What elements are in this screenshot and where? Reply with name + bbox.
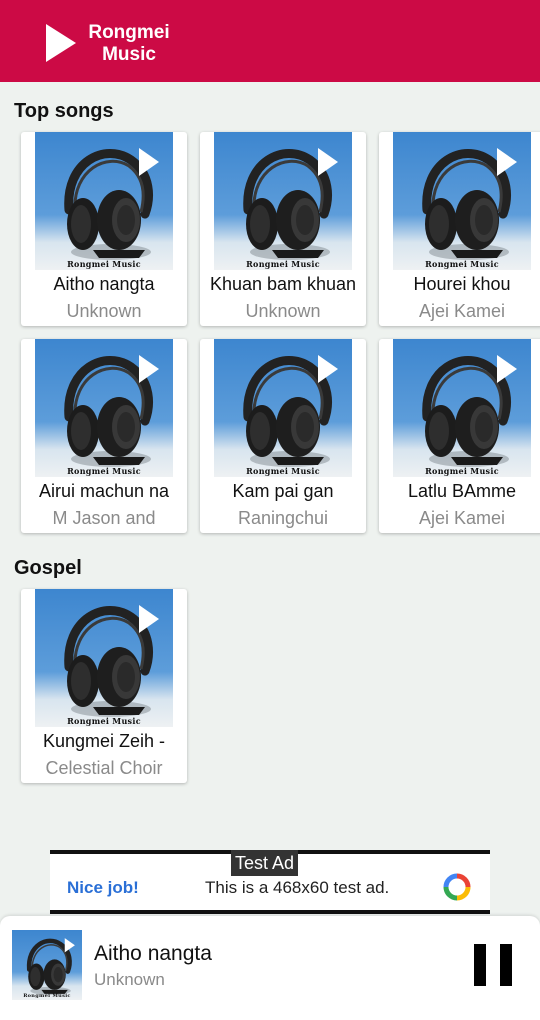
album-art-watermark: Rongmei Music bbox=[246, 259, 320, 269]
headphones-icon bbox=[64, 605, 159, 717]
song-card[interactable]: Rongmei Music Latlu BAmme Ajei Kamei bbox=[379, 339, 540, 533]
album-art-watermark: Rongmei Music bbox=[67, 716, 141, 726]
album-art-watermark: Rongmei Music bbox=[246, 466, 320, 476]
album-art-watermark: Rongmei Music bbox=[67, 259, 141, 269]
app-title: Rongmei Music bbox=[86, 22, 172, 66]
section-title-gospel: Gospel bbox=[14, 557, 82, 579]
headphones-icon bbox=[243, 355, 338, 467]
app-header: Rongmei Music bbox=[0, 0, 540, 82]
song-title: Aitho nangta bbox=[53, 274, 155, 294]
song-title: Hourei khou bbox=[413, 274, 511, 294]
song-card[interactable]: Rongmei Music Kungmei Zeih - Celestial C… bbox=[21, 589, 187, 783]
now-playing-title: Aitho nangta bbox=[94, 942, 212, 965]
app-title-line1: Rongmei bbox=[88, 22, 170, 43]
song-title: Khuan bam khuan bbox=[209, 274, 357, 294]
album-art: Rongmei Music bbox=[35, 132, 173, 270]
song-artist: Unknown bbox=[66, 301, 142, 321]
album-art: Rongmei Music bbox=[35, 339, 173, 477]
headphones-icon bbox=[64, 355, 159, 467]
album-art: Rongmei Music bbox=[35, 589, 173, 727]
album-art: Rongmei Music bbox=[214, 339, 352, 477]
test-ad-badge: Test Ad bbox=[231, 850, 299, 876]
headphones-icon bbox=[26, 938, 75, 995]
album-art: Rongmei Music bbox=[393, 339, 531, 477]
album-art-watermark: Rongmei Music bbox=[23, 993, 71, 999]
pause-bar-right bbox=[500, 944, 512, 986]
album-art-watermark: Rongmei Music bbox=[425, 259, 499, 269]
now-playing-bar[interactable]: Rongmei Music Aitho nangta Unknown bbox=[0, 916, 540, 1020]
headphones-icon bbox=[64, 148, 159, 260]
song-card[interactable]: Rongmei Music Aitho nangta Unknown bbox=[21, 132, 187, 326]
ad-text[interactable]: This is a 468x60 test ad. bbox=[205, 878, 389, 898]
song-artist: Celestial Choir bbox=[45, 758, 163, 778]
pause-icon[interactable] bbox=[474, 944, 512, 986]
song-card[interactable]: Rongmei Music Airui machun na M Jason an… bbox=[21, 339, 187, 533]
album-art: Rongmei Music bbox=[214, 132, 352, 270]
now-playing-artist: Unknown bbox=[94, 970, 165, 989]
headphones-icon bbox=[243, 148, 338, 260]
play-icon bbox=[46, 24, 76, 62]
album-art: Rongmei Music bbox=[393, 132, 531, 270]
song-title: Airui machun na bbox=[38, 481, 170, 501]
song-artist: M Jason and bbox=[52, 508, 156, 528]
ad-banner[interactable]: Test Ad Nice job! This is a 468x60 test … bbox=[50, 850, 490, 914]
song-artist: Ajei Kamei bbox=[418, 508, 506, 528]
album-art-watermark: Rongmei Music bbox=[67, 466, 141, 476]
album-art-watermark: Rongmei Music bbox=[425, 466, 499, 476]
song-title: Kungmei Zeih - bbox=[42, 731, 166, 751]
song-artist: Raningchui bbox=[237, 508, 329, 528]
pause-bar-left bbox=[474, 944, 486, 986]
song-artist: Ajei Kamei bbox=[418, 301, 506, 321]
song-title: Latlu BAmme bbox=[407, 481, 517, 501]
song-title: Kam pai gan bbox=[232, 481, 334, 501]
song-card[interactable]: Rongmei Music Kam pai gan Raningchui bbox=[200, 339, 366, 533]
ad-headline[interactable]: Nice job! bbox=[67, 878, 139, 898]
song-card[interactable]: Rongmei Music Khuan bam khuan Unknown bbox=[200, 132, 366, 326]
app-title-line2: Music bbox=[102, 44, 156, 65]
section-title-top-songs: Top songs bbox=[14, 100, 114, 122]
headphones-icon bbox=[422, 355, 517, 467]
ad-choices-icon[interactable] bbox=[442, 872, 472, 902]
now-playing-album-art: Rongmei Music bbox=[12, 930, 82, 1000]
song-card[interactable]: Rongmei Music Hourei khou Ajei Kamei bbox=[379, 132, 540, 326]
song-artist: Unknown bbox=[245, 301, 321, 321]
headphones-icon bbox=[422, 148, 517, 260]
